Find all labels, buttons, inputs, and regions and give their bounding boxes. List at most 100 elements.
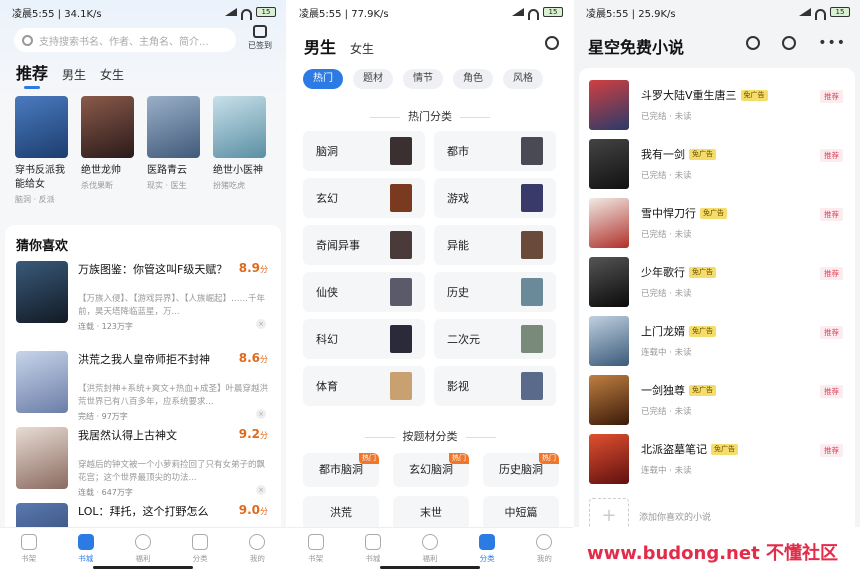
status-bar: 凌晨5:55 | 25.9K/s 15 (574, 0, 860, 24)
chip-role[interactable]: 角色 (453, 69, 493, 89)
chip-plot[interactable]: 情节 (403, 69, 443, 89)
book-tags: 现实 · 医生 (147, 181, 187, 190)
status-time: 凌晨5:55 | 77.9K/s (299, 8, 389, 20)
list-item[interactable]: 我居然认得上古神文 9.2分 穿越后的钟文被一个小萝莉捡回了只有女弟子的飘花宫；… (16, 427, 272, 497)
book-status: 连载中 · 未读 (641, 348, 692, 358)
category-item[interactable]: 体育 (303, 366, 425, 406)
wifi-icon (815, 8, 826, 20)
theme-item[interactable]: 中短篇 (483, 496, 559, 530)
featured-book[interactable]: 绝世龙帅 杀伐果断 (81, 96, 139, 205)
featured-book[interactable]: 绝世小医神 扮猪吃虎 (213, 96, 271, 205)
book-cover (147, 96, 200, 158)
book-meta: 完结 · 97万字 (78, 412, 128, 421)
book-title: 医路青云 (147, 165, 187, 176)
search-icon[interactable] (746, 36, 761, 50)
theme-item[interactable]: 末世 (393, 496, 469, 530)
wifi-icon (241, 8, 252, 20)
recommend-badge: 推荐 (820, 444, 843, 457)
tab-female[interactable]: 女生 (100, 66, 124, 83)
chip-theme[interactable]: 题材 (353, 69, 393, 89)
book-title: 绝世小医神 (213, 165, 263, 176)
tab-male[interactable]: 男生 (62, 66, 86, 83)
dismiss-icon[interactable]: × (256, 409, 266, 419)
checkin-button[interactable]: 已签到 (244, 25, 276, 51)
book-title: 雪中悍刀行 (641, 207, 696, 220)
chip-style[interactable]: 风格 (503, 69, 543, 89)
welfare-icon (421, 534, 438, 550)
book-status: 连载中 · 未读 (641, 466, 692, 476)
history-icon[interactable] (782, 36, 797, 50)
add-book-label: 添加你喜欢的小说 (639, 512, 712, 523)
book-meta: 连载 · 123万字 (78, 322, 133, 331)
search-icon[interactable] (545, 36, 559, 50)
theme-item[interactable]: 洪荒 (303, 496, 379, 530)
book-title: 洪荒之我人皇帝师拒不封神 (78, 353, 210, 366)
dismiss-icon[interactable]: × (256, 485, 266, 495)
nav-bookshelf[interactable]: 书架 (9, 534, 49, 573)
list-item[interactable]: 万族图鉴：你管这叫F级天赋？ 8.9分 【万族入侵】、【游戏异界】、【人族崛起】… (16, 261, 272, 331)
list-item[interactable]: 上门龙婿 免广告 连载中 · 未读 推荐 (589, 316, 845, 368)
featured-book[interactable]: 穿书反派我能给女 脑洞 · 反派 (15, 96, 73, 205)
section-title: 猜你喜欢 (16, 239, 69, 254)
filter-chips: 热门 题材 情节 角色 风格 (303, 69, 543, 89)
status-bar: 凌晨5:55 | 77.9K/s 15 (287, 0, 573, 24)
category-item[interactable]: 都市 (434, 131, 556, 171)
book-score: 9.2分 (238, 427, 268, 441)
book-desc: 【万族入侵】、【游戏异界】、【人族崛起】……千年前，昊天塔降临蓝星，万... (78, 294, 266, 317)
list-item[interactable]: 一剑独尊 免广告 已完结 · 未读 推荐 (589, 375, 845, 427)
category-cover (521, 372, 543, 400)
category-item[interactable]: 脑洞 (303, 131, 425, 171)
category-item[interactable]: 奇闻异事 (303, 225, 425, 265)
book-tags: 杀伐果断 (81, 181, 113, 190)
category-item[interactable]: 历史 (434, 272, 556, 312)
category-cover (390, 137, 412, 165)
theme-item[interactable]: 历史脑洞 热门 (483, 453, 559, 487)
category-item[interactable]: 二次元 (434, 319, 556, 359)
category-item[interactable]: 仙侠 (303, 272, 425, 312)
book-desc: 穿越后的钟文被一个小萝莉捡回了只有女弟子的飘花宫；这个世界最顶尖的功法... (78, 460, 266, 483)
book-cover (589, 198, 629, 248)
category-item[interactable]: 异能 (434, 225, 556, 265)
tab-female[interactable]: 女生 (350, 40, 374, 57)
category-item[interactable]: 影视 (434, 366, 556, 406)
channel-tabs: 推荐 男生 女生 (16, 60, 124, 89)
watermark-text: www.budong.net 不懂社区 (587, 540, 857, 568)
list-item[interactable]: 少年歌行 免广告 已完结 · 未读 推荐 (589, 257, 845, 309)
status-bar: 凌晨5:55 | 34.1K/s 15 (0, 0, 286, 24)
category-item[interactable]: 玄幻 (303, 178, 425, 218)
search-placeholder: 支持搜索书名、作者、主角名、简介... (39, 36, 209, 48)
tab-male[interactable]: 男生 (304, 34, 336, 58)
chip-hot[interactable]: 热门 (303, 69, 343, 89)
tab-recommend[interactable]: 推荐 (16, 60, 48, 89)
theme-item[interactable]: 玄幻脑洞 热门 (393, 453, 469, 487)
list-item[interactable]: 洪荒之我人皇帝师拒不封神 8.6分 【洪荒封神+系统+爽文+热血+成圣】叶晨穿越… (16, 351, 272, 421)
book-title: 绝世龙帅 (81, 165, 121, 176)
checkin-label: 已签到 (248, 41, 272, 50)
list-item[interactable]: 斗罗大陆V重生唐三 免广告 已完结 · 未读 推荐 (589, 80, 845, 132)
category-item[interactable]: 游戏 (434, 178, 556, 218)
book-title: 我有一剑 (641, 148, 685, 161)
category-item[interactable]: 科幻 (303, 319, 425, 359)
search-input[interactable]: 支持搜索书名、作者、主角名、简介... (14, 28, 236, 52)
recommend-badge: 推荐 (820, 208, 843, 221)
nav-bookshelf[interactable]: 书架 (296, 534, 336, 573)
category-panel: 凌晨5:55 | 77.9K/s 15 男生 女生 热门 题材 情节 角色 风格… (287, 0, 573, 573)
featured-book[interactable]: 医路青云 现实 · 医生 (147, 96, 205, 205)
book-cover (589, 139, 629, 189)
no-ad-badge: 免广告 (689, 325, 716, 337)
nav-mine[interactable]: 我的 (237, 534, 277, 573)
nav-mine[interactable]: 我的 (524, 534, 564, 573)
bookstore-panel: 凌晨5:55 | 34.1K/s 15 支持搜索书名、作者、主角名、简介... … (0, 0, 286, 573)
book-score: 8.6分 (238, 351, 268, 365)
book-cover (589, 316, 629, 366)
dismiss-icon[interactable]: × (256, 319, 266, 329)
book-cover (81, 96, 134, 158)
no-ad-badge: 免广告 (689, 384, 716, 396)
list-item[interactable]: 北派盗墓笔记 免广告 连载中 · 未读 推荐 (589, 434, 845, 486)
more-icon[interactable]: ••• (818, 36, 846, 50)
gender-tabs: 男生 女生 (304, 34, 374, 58)
list-item[interactable]: 雪中悍刀行 免广告 已完结 · 未读 推荐 (589, 198, 845, 250)
theme-item[interactable]: 都市脑洞 热门 (303, 453, 379, 487)
list-item[interactable]: 我有一剑 免广告 已完结 · 未读 推荐 (589, 139, 845, 191)
book-title: 北派盗墓笔记 (641, 443, 707, 456)
